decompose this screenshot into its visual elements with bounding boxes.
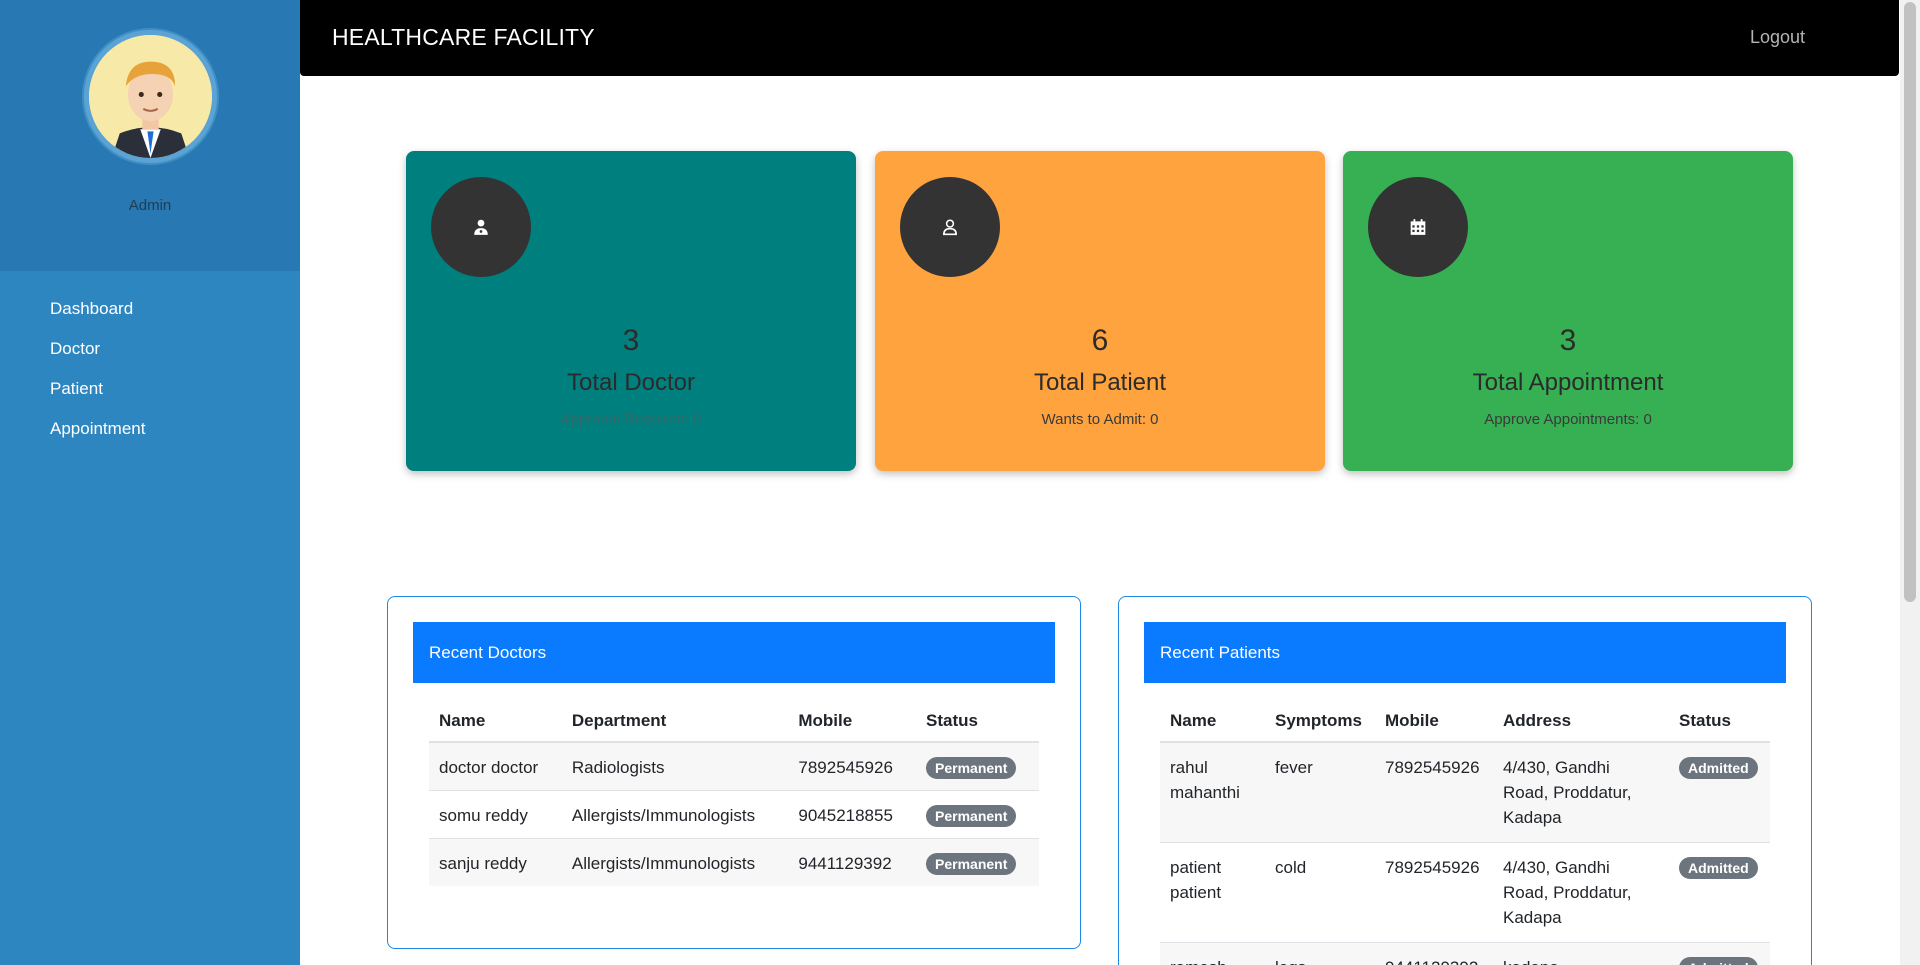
patient-name: ramesh (1160, 942, 1265, 965)
sidebar-item-appointment[interactable]: Appointment (0, 409, 300, 449)
appointment-approve-text: Approve Appointments: 0 (1484, 411, 1652, 428)
sidebar-profile: Admin (0, 0, 300, 271)
status-cell: Permanent (916, 741, 1039, 791)
page-scrollbar[interactable] (1900, 0, 1920, 965)
patient-address: kadapa (1493, 942, 1669, 965)
user-icon (943, 219, 957, 236)
doctor-department: Allergists/Immunologists (561, 838, 789, 886)
total-appointment-card: 3 Total Appointment Approve Appointments… (1343, 151, 1793, 471)
total-patient-card: 6 Total Patient Wants to Admit: 0 (875, 151, 1325, 471)
table-row: patient patient cold 7892545926 4/430, G… (1160, 842, 1770, 943)
admin-name: Admin (128, 197, 172, 214)
appointment-icon-circle (1368, 177, 1468, 277)
doctor-mobile: 7892545926 (788, 741, 917, 791)
scrollbar-thumb[interactable] (1904, 2, 1916, 602)
column-header: Name (429, 699, 562, 743)
patient-name: rahul mahanthi (1160, 741, 1265, 843)
status-badge: Permanent (926, 757, 1017, 779)
patient-admit-text: Wants to Admit: 0 (1041, 411, 1159, 428)
column-header: Address (1493, 699, 1669, 743)
admin-avatar-icon (88, 35, 212, 158)
column-header: Status (1669, 699, 1770, 743)
recent-patients-header: Recent Patients (1144, 622, 1786, 683)
doctor-department: Radiologists (561, 741, 789, 791)
doctor-approval-text: Approval Required: 0 (560, 411, 702, 428)
status-badge: Admitted (1679, 757, 1758, 779)
status-cell: Permanent (916, 838, 1039, 886)
doctor-department: Allergists/Immunologists (561, 790, 789, 839)
table-row: rahul mahanthi fever 7892545926 4/430, G… (1160, 741, 1770, 843)
doctor-count: 3 (622, 324, 640, 357)
recent-doctors-table: Name Department Mobile Status doctor doc… (429, 699, 1039, 886)
status-cell: Permanent (916, 790, 1039, 839)
sidebar-item-dashboard[interactable]: Dashboard (0, 289, 300, 329)
sidebar: Admin Dashboard Doctor Patient Appointme… (0, 0, 300, 965)
patient-address: 4/430, Gandhi Road, Proddatur, Kadapa (1493, 842, 1669, 943)
patient-count: 6 (1091, 324, 1109, 357)
table-row: sanju reddy Allergists/Immunologists 944… (429, 838, 1039, 886)
status-badge: Permanent (926, 805, 1017, 827)
doctor-card-title: Total Doctor (566, 369, 696, 396)
sidebar-item-patient[interactable]: Patient (0, 369, 300, 409)
patient-icon-circle (900, 177, 1000, 277)
doctor-name: sanju reddy (429, 838, 562, 886)
status-badge: Permanent (926, 853, 1017, 875)
table-header-row: Name Symptoms Mobile Address Status (1160, 699, 1770, 743)
recent-patients-table: Name Symptoms Mobile Address Status rahu… (1160, 699, 1770, 965)
doctor-icon (474, 219, 488, 235)
patient-mobile: 9441129392 (1375, 942, 1493, 965)
doctor-name: doctor doctor (429, 741, 562, 791)
appointment-card-title: Total Appointment (1472, 369, 1664, 396)
status-badge: Admitted (1679, 857, 1758, 879)
column-header: Department (561, 699, 789, 743)
column-header: Symptoms (1265, 699, 1375, 743)
patient-symptoms: cold (1265, 842, 1375, 943)
patient-mobile: 7892545926 (1375, 741, 1493, 843)
patient-card-title: Total Patient (1033, 369, 1167, 396)
patient-name: patient patient (1160, 842, 1265, 943)
doctor-mobile: 9045218855 (788, 790, 917, 839)
appointment-count: 3 (1559, 324, 1577, 357)
sidebar-item-doctor[interactable]: Doctor (0, 329, 300, 369)
table-header-row: Name Department Mobile Status (429, 699, 1039, 743)
patient-address: 4/430, Gandhi Road, Proddatur, Kadapa (1493, 741, 1669, 843)
top-navbar: HEALTHCARE FACILITY Logout (300, 0, 1899, 76)
avatar (83, 30, 217, 163)
table-row: ramesh legs 9441129392 kadapa Admitted (1160, 942, 1770, 965)
patient-symptoms: fever (1265, 741, 1375, 843)
recent-doctors-panel: Recent Doctors Name Department Mobile St… (387, 596, 1081, 949)
column-header: Name (1160, 699, 1265, 743)
sidebar-nav: Dashboard Doctor Patient Appointment (0, 271, 300, 449)
recent-patients-panel: Recent Patients Name Symptoms Mobile Add… (1118, 596, 1812, 965)
status-cell: Admitted (1669, 842, 1770, 943)
doctor-name: somu reddy (429, 790, 562, 839)
column-header: Mobile (788, 699, 917, 743)
recent-doctors-header: Recent Doctors (413, 622, 1055, 683)
brand-title[interactable]: HEALTHCARE FACILITY (332, 24, 595, 51)
table-row: somu reddy Allergists/Immunologists 9045… (429, 790, 1039, 839)
table-row: doctor doctor Radiologists 7892545926 Pe… (429, 741, 1039, 791)
total-doctor-card: 3 Total Doctor Approval Required: 0 (406, 151, 856, 471)
status-badge: Admitted (1679, 957, 1758, 965)
status-cell: Admitted (1669, 942, 1770, 965)
column-header: Mobile (1375, 699, 1493, 743)
patient-mobile: 7892545926 (1375, 842, 1493, 943)
patient-symptoms: legs (1265, 942, 1375, 965)
column-header: Status (916, 699, 1039, 743)
status-cell: Admitted (1669, 741, 1770, 843)
calendar-icon (1410, 219, 1426, 235)
logout-link[interactable]: Logout (1750, 27, 1805, 48)
doctor-icon-circle (431, 177, 531, 277)
doctor-mobile: 9441129392 (788, 838, 917, 886)
